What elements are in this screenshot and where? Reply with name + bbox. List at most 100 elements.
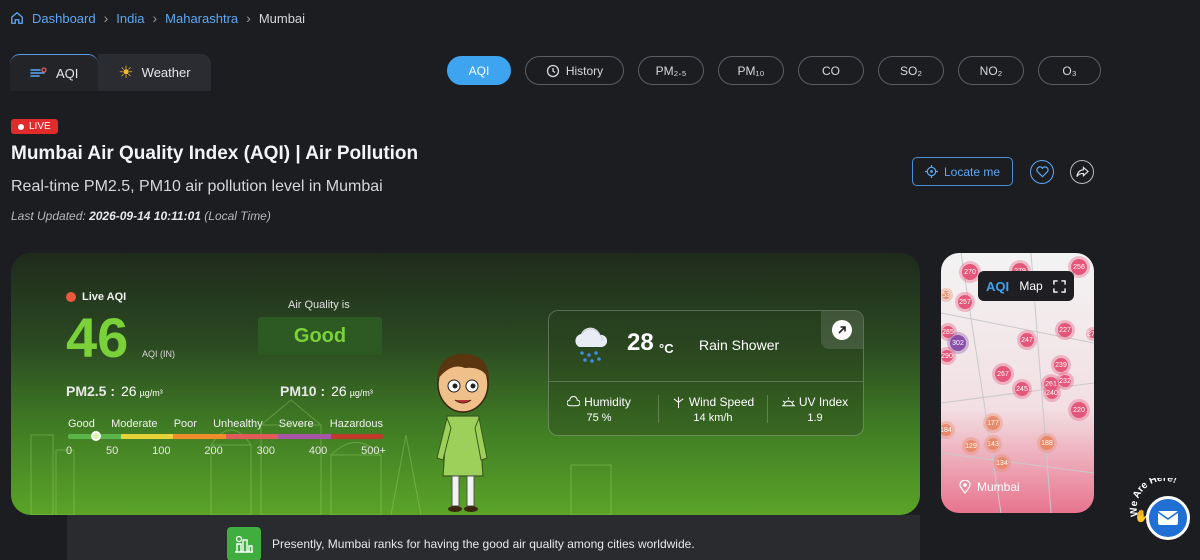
heart-icon [1035, 166, 1049, 178]
map-aqi-bubble[interactable]: 256 [1071, 259, 1087, 275]
city-rank-banner: Presently, Mumbai ranks for having the g… [67, 515, 920, 560]
map-aqi-bubble[interactable]: 245 [1015, 382, 1029, 396]
pill-aqi[interactable]: AQI [447, 56, 511, 85]
pm25-reading: PM2.5 : 26 µg/m³ [66, 383, 163, 399]
map-aqi-bubble[interactable]: 239 [1054, 358, 1068, 372]
page-title: Mumbai Air Quality Index (AQI) | Air Pol… [11, 143, 419, 164]
scale-number: 50 [106, 445, 119, 457]
aqi-card: Live AQI 46 AQI (IN) Air Quality is Good… [11, 253, 920, 515]
pill-history[interactable]: History [525, 56, 624, 85]
air-quality-status: Good [258, 317, 382, 355]
temperature-value: 28 [627, 329, 654, 356]
arrow-up-right-icon [832, 320, 852, 340]
map-aqi-bubble[interactable]: 53 [942, 291, 950, 299]
map-aqi-bubble[interactable]: 290 [941, 350, 953, 362]
scale-segment [330, 434, 383, 439]
map-controls: AQI Map [978, 271, 1074, 301]
home-icon[interactable] [10, 11, 24, 25]
map-aqi-bubble[interactable]: 143 [987, 438, 999, 450]
aqi-value: 46 [66, 306, 129, 369]
map-label[interactable]: Map [1019, 279, 1042, 293]
map-aqi-bubble[interactable]: 257 [958, 295, 972, 309]
breadcrumb-india[interactable]: India [116, 11, 144, 26]
uv-index-value: 1.9 [807, 412, 823, 424]
map-aqi-bubble[interactable]: 302 [950, 335, 966, 351]
contact-mail-button[interactable] [1146, 496, 1190, 540]
map-aqi-bubble[interactable]: 188 [1040, 436, 1054, 450]
pm25-value: 26 [121, 383, 137, 399]
pill-co[interactable]: CO [798, 56, 864, 85]
map-city-label: Mumbai [959, 480, 1020, 494]
pm10-unit: µg/m³ [349, 388, 373, 398]
aqi-wind-icon [30, 67, 47, 77]
pm10-reading: PM10 : 26 µg/m³ [280, 383, 373, 399]
last-updated-prefix: Last Updated: [11, 209, 86, 223]
wind-speed-stat: Wind Speed 14 km/h [663, 395, 763, 424]
history-icon [546, 64, 559, 77]
map-aqi-bubble[interactable]: 240 [1046, 387, 1058, 399]
wind-speed-value: 14 km/h [693, 412, 733, 424]
map-aqi-bubble[interactable]: 177 [986, 416, 1000, 430]
pm25-unit: µg/m³ [139, 388, 163, 398]
map-aqi-bubble[interactable]: 273 [1087, 330, 1094, 338]
scale-number: 100 [152, 445, 171, 457]
live-indicator-icon [66, 292, 76, 302]
weather-summary: 28 °C Rain Shower Humidity 75 % Wind Spe… [548, 310, 864, 436]
humidity-value: 75 % [586, 412, 612, 424]
city-rank-icon [227, 527, 261, 560]
aqi-map-logo: AQI [986, 278, 1010, 294]
city-rank-text: Presently, Mumbai ranks for having the g… [272, 537, 695, 551]
aqi-map-card[interactable]: 2702792562572853022902472272392672452612… [941, 253, 1094, 513]
last-updated: Last Updated: 2026-09-14 10:11:01 (Local… [11, 209, 271, 223]
weather-divider [549, 381, 863, 382]
tab-aqi[interactable]: AQI [10, 54, 99, 91]
live-aqi-text: Live AQI [82, 291, 127, 303]
share-button[interactable] [1070, 160, 1094, 184]
live-dot-icon [18, 123, 24, 130]
tab-weather[interactable]: ☀ Weather [98, 54, 211, 91]
fullscreen-icon[interactable] [1053, 279, 1066, 293]
pm25-label: PM2.5 : [66, 383, 116, 399]
map-aqi-bubble[interactable]: 232 [1059, 375, 1071, 387]
last-updated-timestamp: 2026-09-14 10:11:01 [89, 209, 201, 223]
pollutant-pills: AQI History PM₂.₅ PM₁₀ CO SO₂ NO₂ O₃ [447, 56, 1101, 85]
scale-segment [173, 434, 226, 439]
breadcrumb-dashboard[interactable]: Dashboard [32, 11, 96, 26]
live-badge-label: LIVE [29, 121, 51, 132]
scale-number: 500+ [361, 445, 386, 457]
stat-divider [658, 395, 659, 423]
breadcrumb-maharashtra[interactable]: Maharashtra [165, 11, 238, 26]
aqi-scale-numbers: 0 50 100 200 300 400 500+ [66, 445, 386, 457]
chevron-right-icon: › [246, 10, 251, 26]
uv-index-stat: UV Index 1.9 [765, 395, 863, 424]
map-aqi-bubble[interactable]: 270 [962, 264, 978, 280]
locate-me-label: Locate me [943, 164, 1001, 179]
pill-so2[interactable]: SO₂ [878, 56, 944, 85]
last-updated-suffix: (Local Time) [204, 209, 271, 223]
live-aqi-label: Live AQI [66, 291, 126, 303]
map-aqi-bubble[interactable]: 227 [1058, 323, 1072, 337]
weather-details-button[interactable] [821, 311, 863, 349]
scale-label-good: Good [68, 418, 95, 430]
favorite-button[interactable] [1030, 160, 1054, 184]
pill-o3[interactable]: O₃ [1038, 56, 1101, 85]
map-aqi-bubble[interactable]: 220 [1071, 402, 1087, 418]
chevron-right-icon: › [103, 10, 109, 26]
map-aqi-bubble[interactable]: 247 [1020, 333, 1034, 347]
scale-number: 0 [66, 445, 73, 457]
pill-history-label: History [565, 63, 604, 78]
map-aqi-bubble[interactable]: 134 [996, 457, 1008, 469]
map-aqi-bubble[interactable]: 129 [965, 440, 977, 452]
locate-me-button[interactable]: Locate me [912, 157, 1013, 186]
sun-icon: ☀ [118, 62, 134, 82]
pill-pm10[interactable]: PM₁₀ [718, 56, 784, 85]
scale-label-severe: Severe [278, 418, 314, 430]
pill-no2[interactable]: NO₂ [958, 56, 1024, 85]
pm10-label: PM10 : [280, 383, 326, 399]
location-pin-icon [959, 480, 971, 494]
humidity-icon [567, 396, 581, 407]
map-aqi-bubble[interactable]: 267 [995, 366, 1011, 382]
page-subtitle: Real-time PM2.5, PM10 air pollution leve… [11, 178, 383, 195]
pill-pm25[interactable]: PM₂.₅ [638, 56, 704, 85]
scale-segment [278, 434, 331, 439]
